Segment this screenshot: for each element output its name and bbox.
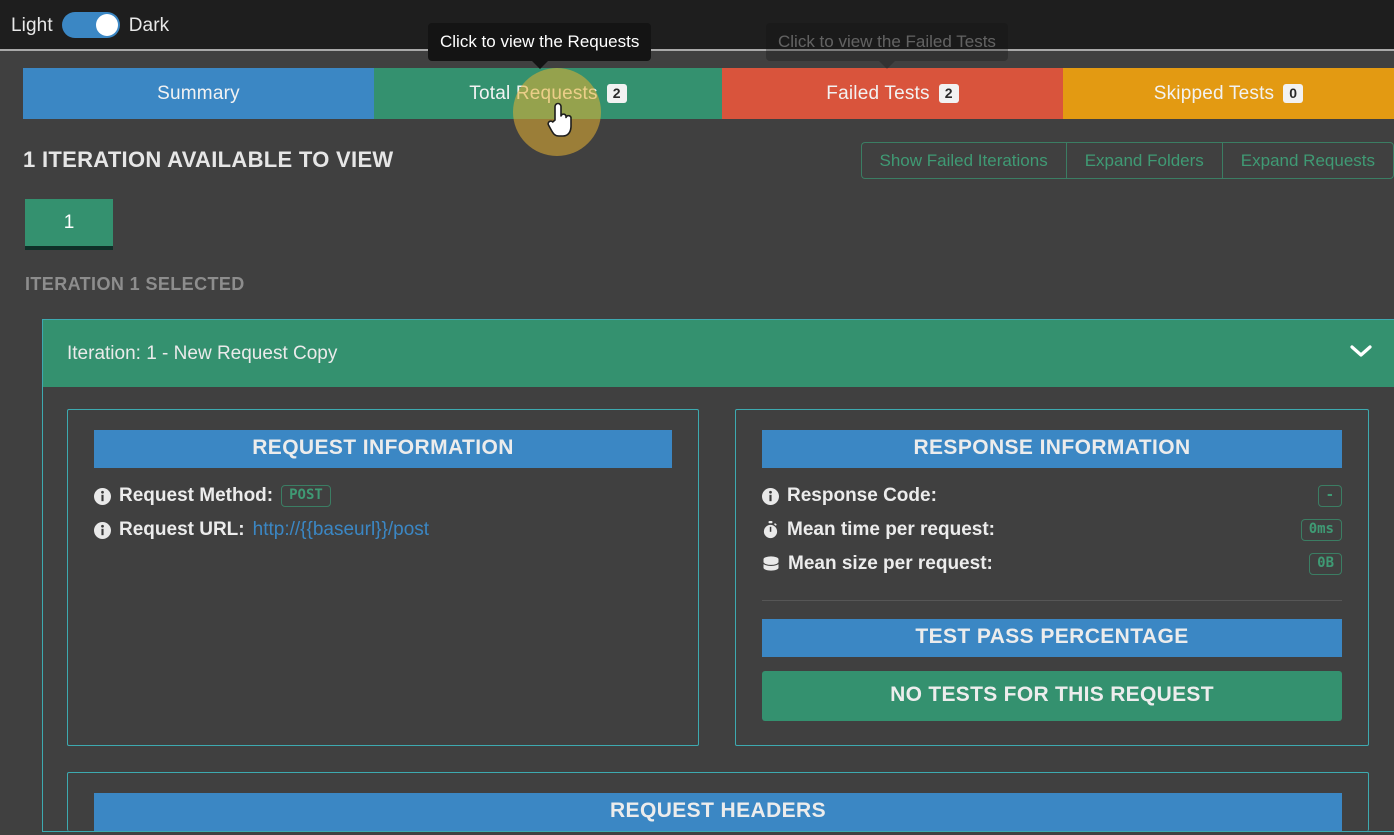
iteration-panel-header[interactable]: Iteration: 1 - New Request Copy [43, 320, 1394, 387]
no-tests-banner: NO TESTS FOR THIS REQUEST [762, 671, 1342, 721]
response-code-label: Response Code: [787, 485, 937, 506]
theme-toggle-knob [95, 14, 118, 36]
mean-size-row: Mean size per request: 0B [762, 550, 1342, 578]
request-information-card: REQUEST INFORMATION Request Method: POST… [67, 409, 699, 746]
tooltip-total-requests: Click to view the Requests [428, 23, 652, 69]
tab-failed-tests-label: Failed Tests [826, 82, 930, 104]
request-headers-card: REQUEST HEADERS [67, 772, 1369, 831]
info-circle-icon [94, 487, 111, 505]
iteration-panel: Iteration: 1 - New Request Copy REQUEST … [42, 319, 1394, 832]
mean-size-label: Mean size per request: [788, 553, 993, 574]
expand-folders-button[interactable]: Expand Folders [1065, 142, 1222, 179]
tab-total-requests-count: 2 [606, 83, 627, 104]
request-method-label: Request Method: [119, 485, 274, 506]
info-circle-icon [762, 487, 779, 505]
response-card-divider [762, 600, 1342, 601]
request-url-row: Request URL: http://{{baseurl}}/post [94, 516, 672, 544]
tab-summary-label: Summary [157, 82, 240, 104]
expand-requests-button[interactable]: Expand Requests [1221, 142, 1394, 179]
request-information-title: REQUEST INFORMATION [94, 430, 672, 468]
iteration-selected-text: ITERATION 1 SELECTED [25, 274, 245, 294]
info-cards-row: REQUEST INFORMATION Request Method: POST… [67, 409, 1370, 746]
request-headers-title: REQUEST HEADERS [94, 793, 1342, 831]
mean-time-row: Mean time per request: 0ms [762, 516, 1342, 544]
info-circle-icon [94, 521, 111, 539]
mean-time-value: 0ms [1300, 518, 1342, 542]
response-information-title: RESPONSE INFORMATION [762, 430, 1342, 468]
tab-skipped-tests-count: 0 [1283, 83, 1304, 104]
iteration-panel-title: Iteration: 1 - New Request Copy [67, 342, 338, 364]
request-method-value: POST [281, 484, 331, 508]
iterations-button-group: Show Failed Iterations Expand Folders Ex… [860, 142, 1394, 179]
tab-total-requests[interactable]: Total Requests 2 [374, 68, 722, 119]
response-code-row: Response Code: - [762, 482, 1342, 510]
theme-toggle-dark-label: Dark [128, 14, 170, 36]
mean-size-value: 0B [1309, 552, 1342, 576]
theme-toggle-switch[interactable] [61, 12, 120, 38]
tab-failed-tests[interactable]: Failed Tests 2 [722, 68, 1063, 119]
iterations-header-row: 1 ITERATION AVAILABLE TO VIEW Show Faile… [23, 140, 1394, 180]
request-url-value[interactable]: http://{{baseurl}}/post [253, 516, 429, 544]
response-code-value: - [1317, 484, 1342, 508]
mean-time-label: Mean time per request: [787, 519, 995, 540]
response-information-card: RESPONSE INFORMATION Response Code: - Me… [735, 409, 1369, 746]
top-bar: Light Dark [0, 0, 1394, 51]
iteration-chip-1[interactable]: 1 [25, 199, 113, 250]
theme-toggle[interactable]: Light Dark [11, 9, 169, 41]
tab-total-requests-label: Total Requests [469, 82, 598, 104]
tab-skipped-tests[interactable]: Skipped Tests 0 [1063, 68, 1394, 119]
tooltip-failed-tests: Click to view the Failed Tests [766, 23, 1008, 69]
request-method-row: Request Method: POST [94, 482, 672, 510]
tab-strip: Summary Total Requests 2 Failed Tests 2 … [23, 68, 1394, 119]
iteration-panel-body: REQUEST INFORMATION Request Method: POST… [43, 387, 1394, 831]
tab-summary[interactable]: Summary [23, 68, 374, 119]
stopwatch-icon [762, 521, 779, 539]
chevron-down-icon[interactable] [1350, 344, 1372, 363]
tab-failed-tests-count: 2 [938, 83, 959, 104]
show-failed-iterations-button[interactable]: Show Failed Iterations [860, 142, 1066, 179]
request-url-label: Request URL: [119, 519, 245, 540]
database-icon [762, 555, 780, 573]
tab-skipped-tests-label: Skipped Tests [1153, 82, 1275, 104]
theme-toggle-light-label: Light [11, 14, 53, 36]
test-pass-percentage-title: TEST PASS PERCENTAGE [762, 619, 1342, 657]
